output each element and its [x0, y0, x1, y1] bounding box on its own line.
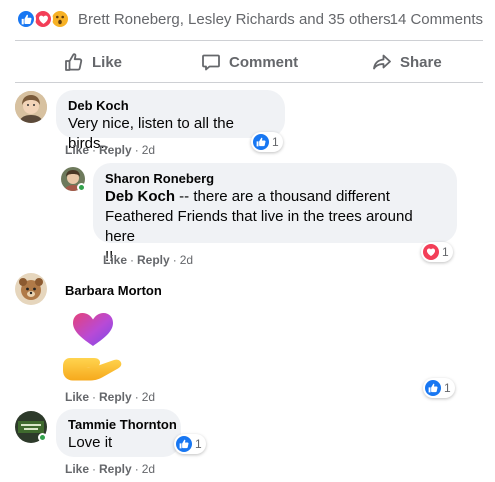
comment-bubble-deb-koch: Deb Koch Very nice, listen to all the bi… — [56, 90, 285, 152]
online-status-dot — [38, 433, 47, 442]
mention-link[interactable]: Deb Koch — [105, 188, 175, 205]
comment-meta: Like · Reply · 2d — [65, 390, 156, 404]
comments-count[interactable]: 14 Comments — [390, 11, 483, 28]
comment-meta: Like · Reply · 2d — [65, 462, 156, 476]
wow-icon — [50, 9, 70, 29]
like-button[interactable]: Like — [64, 48, 122, 76]
share-button[interactable]: Share — [372, 48, 442, 76]
comment-meta: Like · Reply · 2d — [65, 143, 156, 157]
comment-like-link[interactable]: Like — [65, 143, 89, 157]
online-status-dot — [77, 183, 86, 192]
reaction-count: 1 — [272, 135, 279, 149]
share-icon — [372, 52, 392, 72]
avatar-barbara-morton[interactable] — [15, 273, 47, 305]
comment-like-link[interactable]: Like — [65, 462, 89, 476]
like-icon — [253, 134, 269, 150]
reaction-summary: Brett Roneberg, Lesley Richards and 35 o… — [0, 0, 495, 40]
comment-author[interactable]: Sharon Roneberg — [105, 171, 445, 187]
comment-age[interactable]: 2d — [180, 253, 193, 267]
comment-reply-link[interactable]: Reply — [99, 390, 132, 404]
comment-button[interactable]: Comment — [201, 48, 298, 76]
comment-reaction-count[interactable]: 1 — [421, 242, 453, 262]
comment-reply-link[interactable]: Reply — [99, 143, 132, 157]
reaction-icons[interactable] — [16, 9, 80, 29]
thumbs-up-icon — [64, 52, 84, 72]
reaction-count: 1 — [442, 245, 449, 259]
comment-reply-link[interactable]: Reply — [99, 462, 132, 476]
comment-like-link[interactable]: Like — [65, 390, 89, 404]
comment-like-link[interactable]: Like — [103, 253, 127, 267]
heart-in-hand-sticker — [61, 308, 129, 384]
comment-reaction-count[interactable]: 1 — [251, 132, 283, 152]
reaction-names[interactable]: Brett Roneberg, Lesley Richards and 35 o… — [78, 11, 391, 28]
comment-age[interactable]: 2d — [142, 390, 155, 404]
comment-author[interactable]: Deb Koch — [68, 98, 273, 114]
like-icon — [425, 380, 441, 396]
reply-bubble-sharon-roneberg: Sharon Roneberg Deb Koch -- there are a … — [93, 163, 457, 265]
comment-meta: Like · Reply · 2d — [103, 253, 194, 267]
reaction-count: 1 — [444, 381, 451, 395]
comment-bubble-tammie-thornton: Tammie Thornton Love it — [56, 409, 181, 457]
comment-author[interactable]: Tammie Thornton — [68, 417, 177, 433]
comment-age[interactable]: 2d — [142, 462, 155, 476]
comment-reaction-count[interactable]: 1 — [174, 434, 206, 454]
share-label: Share — [400, 53, 442, 71]
comment-label: Comment — [229, 53, 299, 71]
comment-reply-link[interactable]: Reply — [137, 253, 170, 267]
comment-age[interactable]: 2d — [142, 143, 155, 157]
comment-reaction-count[interactable]: 1 — [423, 378, 455, 398]
like-label: Like — [92, 53, 123, 71]
comment-icon — [201, 52, 221, 72]
comment-text: Love it — [68, 434, 113, 451]
divider-bottom — [15, 82, 483, 83]
love-icon — [423, 244, 439, 260]
comment-author[interactable]: Barbara Morton — [65, 283, 162, 299]
love-icon — [33, 9, 53, 29]
reaction-count: 1 — [195, 437, 202, 451]
avatar-deb-koch[interactable] — [15, 91, 47, 123]
divider-top — [15, 40, 483, 41]
like-icon — [176, 436, 192, 452]
like-icon — [16, 9, 36, 29]
